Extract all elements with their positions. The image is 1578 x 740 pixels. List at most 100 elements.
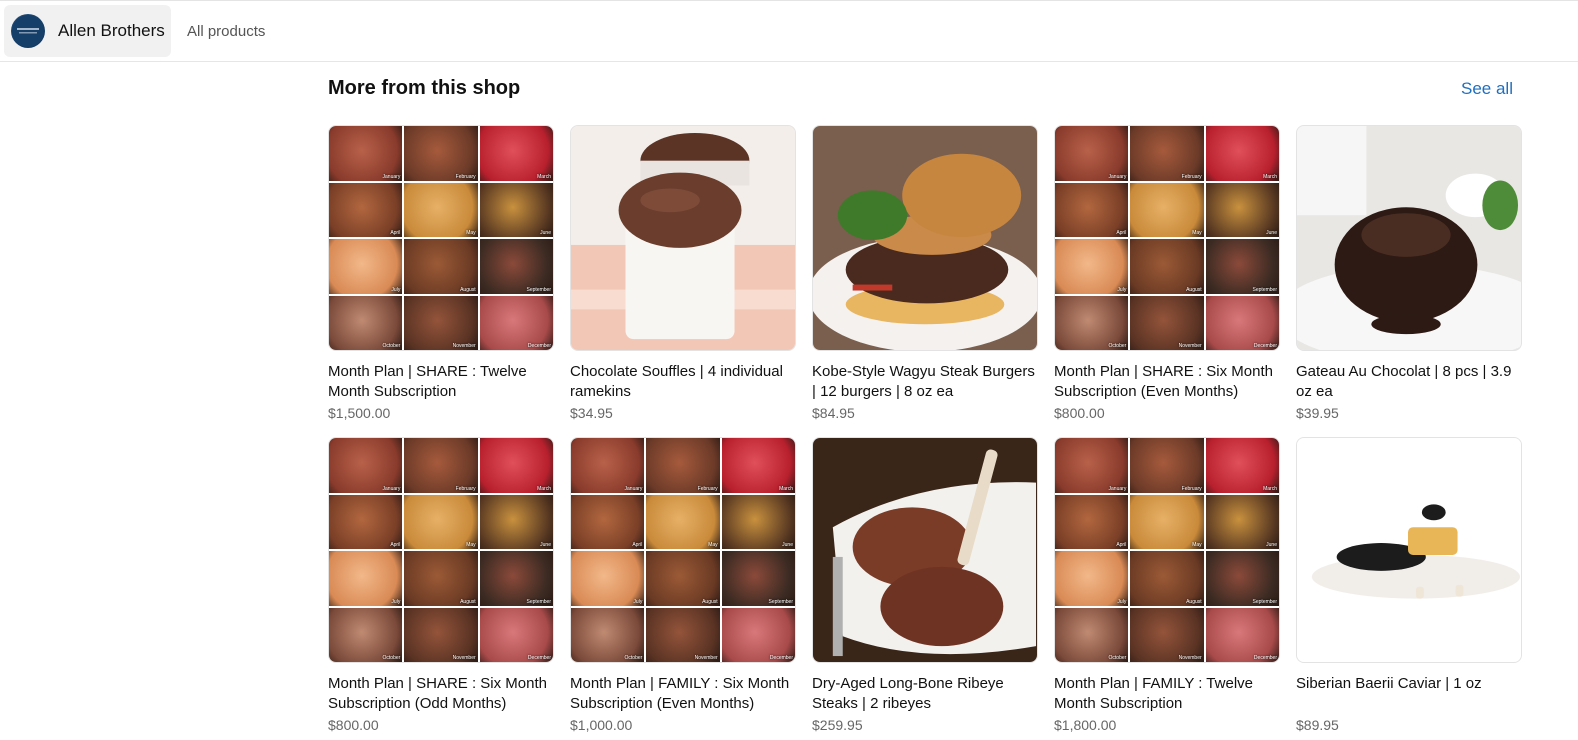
collage-tile: March [721,438,795,493]
collage-tile: June [1205,494,1279,549]
collage-tile: February [646,438,720,493]
product-image[interactable]: January February March April May June July Augu… [570,437,796,663]
product-image[interactable] [570,125,796,351]
collage-tile: May [404,182,478,237]
collage-tile: March [479,438,553,493]
collage-tile: November [646,607,720,662]
product-card[interactable]: Gateau Au Chocolat | 8 pcs | 3.9 oz ea $… [1296,125,1522,423]
product-title[interactable]: Month Plan | SHARE : Six Month Subscript… [328,674,554,714]
product-image[interactable] [1296,437,1522,663]
collage-tile: June [721,494,795,549]
product-card[interactable]: Siberian Baerii Caviar | 1 oz $89.95 [1296,437,1522,735]
collage-tile: January [1055,438,1129,493]
see-all-link[interactable]: See all [1461,79,1513,99]
product-card[interactable]: January February March April May June July Augu… [1054,437,1280,735]
collage-month-label: February [1181,485,1202,492]
product-price: $89.95 [1296,717,1339,733]
product-card[interactable]: January February March April May June July Augu… [328,125,554,423]
product-image[interactable] [1296,125,1522,351]
collage-month-label: December [1253,343,1277,349]
product-image[interactable]: January February March April May June July Augu… [328,125,554,351]
collage-month-label: January [382,485,401,492]
burger-image [813,126,1037,350]
collage-tile: May [404,494,478,549]
collage-tile: October [1055,607,1129,662]
collage-tile: June [479,494,553,549]
product-price: $1,500.00 [328,405,391,421]
collage-month-label: July [1117,598,1127,605]
collage-month-label: September [1252,286,1277,293]
product-price: $1,000.00 [570,717,633,733]
collage-tile: July [1055,239,1129,294]
product-title[interactable]: Dry-Aged Long-Bone Ribeye Steaks | 2 rib… [812,674,1038,714]
collage-month-label: April [1116,542,1127,548]
product-card[interactable]: January February March April May June July Augu… [570,437,796,735]
collage-tile: December [1205,295,1279,350]
collage-month-label: November [694,655,718,661]
product-price: $34.95 [570,405,613,421]
allen-brothers-logo-icon [11,14,45,48]
collage-month-label: July [391,598,401,605]
product-title[interactable]: Month Plan | SHARE : Six Month Subscript… [1054,362,1280,402]
collage-tile: October [1055,295,1129,350]
collage-month-label: August [1186,286,1202,293]
collage-month-label: November [1178,655,1202,661]
product-title[interactable]: Month Plan | FAMILY : Six Month Subscrip… [570,674,796,714]
collage-tile: June [479,182,553,237]
collage-month-label: December [527,655,551,661]
product-grid: January February March April May June July Augu… [328,125,1522,735]
product-image[interactable] [812,437,1038,663]
collage-tile: November [404,295,478,350]
collage-tile: August [1130,551,1204,606]
collage-tile: September [1205,239,1279,294]
product-card[interactable]: Dry-Aged Long-Bone Ribeye Steaks | 2 rib… [812,437,1038,735]
product-title[interactable]: Month Plan | SHARE : Twelve Month Subscr… [328,362,554,402]
product-image[interactable]: January February March April May June July Augu… [1054,125,1280,351]
collage-tile: November [1130,607,1204,662]
collage-tile: February [404,126,478,181]
collage-month-label: July [633,598,643,605]
collage-month-label: March [537,485,551,492]
product-card[interactable]: Chocolate Souffles | 4 individual rameki… [570,125,796,423]
collage-month-label: January [1108,485,1127,492]
product-image[interactable] [812,125,1038,351]
product-card[interactable]: January February March April May June July Augu… [328,437,554,735]
collage-month-label: February [697,485,718,492]
collage-month-label: March [779,485,793,492]
collage-tile: January [329,126,403,181]
collage-month-label: September [1252,598,1277,605]
collage-month-label: February [455,485,476,492]
product-image[interactable]: January February March April May June July Augu… [328,437,554,663]
collage-month-label: October [382,343,401,349]
collage-tile: July [571,551,645,606]
product-image[interactable]: January February March April May June July Augu… [1054,437,1280,663]
product-title[interactable]: Month Plan | FAMILY : Twelve Month Subsc… [1054,674,1280,714]
collage-tile: July [1055,551,1129,606]
collage-month-label: May [466,230,476,236]
collage-tile: May [646,494,720,549]
product-title[interactable]: Siberian Baerii Caviar | 1 oz [1296,674,1522,714]
product-title[interactable]: Kobe-Style Wagyu Steak Burgers | 12 burg… [812,362,1038,402]
product-card[interactable]: January February March April May June July Augu… [1054,125,1280,423]
collage-month-label: June [1266,230,1277,236]
subscription-collage: January February March April May June July Augu… [571,438,795,662]
caviar-image [1297,438,1521,662]
product-card[interactable]: Kobe-Style Wagyu Steak Burgers | 12 burg… [812,125,1038,423]
collage-month-label: November [1178,343,1202,349]
collage-month-label: March [537,173,551,180]
product-title[interactable]: Chocolate Souffles | 4 individual rameki… [570,362,796,402]
collage-month-label: August [460,286,476,293]
collage-month-label: September [768,598,793,605]
collage-tile: March [1205,438,1279,493]
all-products-link[interactable]: All products [187,23,265,40]
collage-tile: May [1130,182,1204,237]
collage-month-label: December [527,343,551,349]
product-title[interactable]: Gateau Au Chocolat | 8 pcs | 3.9 oz ea [1296,362,1522,402]
collage-tile: May [1130,494,1204,549]
collage-tile: April [329,182,403,237]
shop-home-button[interactable]: Allen Brothers [4,5,171,57]
souffle-image [571,126,795,350]
collage-month-label: September [526,286,551,293]
collage-tile: April [329,494,403,549]
collage-tile: October [329,295,403,350]
